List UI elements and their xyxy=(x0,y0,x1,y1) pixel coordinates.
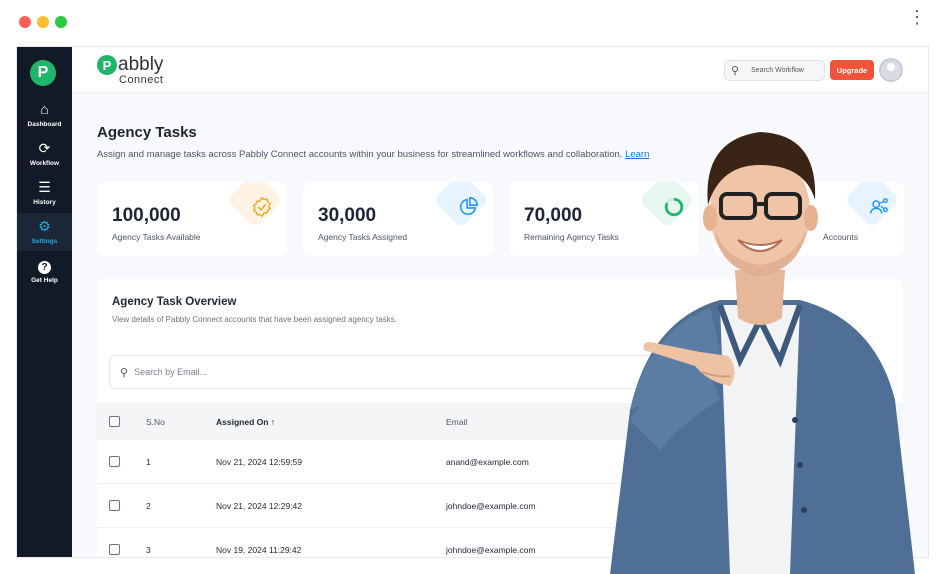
row-sno: 3 xyxy=(146,545,151,555)
column-header-assigned-on[interactable]: Assigned On ↑ xyxy=(216,417,275,427)
top-bar: P abbly Connect ⚲ Search Workflow Upgrad… xyxy=(72,47,928,93)
upgrade-button[interactable]: Upgrade xyxy=(830,60,874,80)
search-email-input[interactable] xyxy=(134,367,535,377)
row-sno: 1 xyxy=(146,457,151,467)
stat-value: 30,000 xyxy=(318,205,377,226)
column-header-email[interactable]: Email xyxy=(446,417,467,427)
page-description-text: Assign and manage tasks across Pabbly Co… xyxy=(97,149,623,160)
page-title: Agency Tasks xyxy=(97,124,197,141)
select-all-checkbox[interactable] xyxy=(109,416,120,427)
sidebar-item-label: Settings xyxy=(31,238,58,245)
page-description: Assign and manage tasks across Pabbly Co… xyxy=(97,149,649,160)
sidebar-item-dashboard[interactable]: ⌂ Dashboard xyxy=(17,96,72,134)
person-pointing-image xyxy=(610,132,915,574)
overview-title: Agency Task Overview xyxy=(112,296,237,308)
overview-subtitle: View details of Pabbly Connect accounts … xyxy=(112,315,397,324)
search-icon: ⚲ xyxy=(120,366,129,379)
browser-menu-icon[interactable]: ⋮ xyxy=(908,8,926,26)
search-email-field[interactable]: ⚲ xyxy=(109,355,669,389)
brand-mark-icon: P xyxy=(97,55,117,75)
brand-subtitle: Connect xyxy=(119,74,164,86)
window-controls xyxy=(19,16,67,28)
row-checkbox[interactable] xyxy=(109,544,120,555)
row-assigned-on: Nov 21, 2024 12:29:42 xyxy=(216,501,303,511)
column-header-sno[interactable]: S.No xyxy=(146,417,165,427)
sidebar: P ⌂ Dashboard ⟳ Workflow ☰ History ⚙ Set… xyxy=(17,47,72,557)
help-icon: ? xyxy=(38,260,51,274)
row-assigned-on: Nov 19, 2024 11:29:42 xyxy=(216,545,302,555)
search-icon: ⚲ xyxy=(731,65,740,77)
stat-label: Agency Tasks Assigned xyxy=(318,232,408,242)
app-window: ⋮ P ⌂ Dashboard ⟳ Workflow ☰ History ⚙ S… xyxy=(0,0,944,574)
stat-value: 100,000 xyxy=(112,205,181,226)
maximize-window-button[interactable] xyxy=(55,16,67,28)
workflow-icon: ⟳ xyxy=(38,140,51,156)
search-workflow-placeholder: Search Workflow xyxy=(751,67,804,74)
sidebar-item-settings[interactable]: ⚙ Settings xyxy=(17,213,72,251)
home-icon: ⌂ xyxy=(40,101,49,117)
search-workflow-input[interactable]: ⚲ Search Workflow xyxy=(724,60,825,81)
pie-chart-icon xyxy=(459,197,478,216)
stat-value: 70,000 xyxy=(524,205,583,226)
sidebar-item-workflow[interactable]: ⟳ Workflow xyxy=(17,135,72,173)
stat-label: Agency Tasks Available xyxy=(112,232,201,242)
sidebar-item-label: Get Help xyxy=(31,276,58,284)
row-email: johndoe@example.com xyxy=(446,501,536,511)
gear-icon: ⚙ xyxy=(38,218,51,234)
sidebar-item-label: History xyxy=(33,199,56,206)
pabbly-logo-icon[interactable]: P xyxy=(30,60,56,86)
brand-name: abbly xyxy=(118,54,164,75)
avatar[interactable] xyxy=(879,58,903,82)
sidebar-item-label: Dashboard xyxy=(27,121,62,128)
stat-card-assigned: 30,000 Agency Tasks Assigned xyxy=(303,182,493,256)
history-icon: ☰ xyxy=(38,179,51,195)
stat-card-available: 100,000 Agency Tasks Available xyxy=(97,182,287,256)
sidebar-item-get-help[interactable]: ? Get Help xyxy=(17,253,72,291)
row-assigned-on: Nov 21, 2024 12:59:59 xyxy=(216,457,303,467)
minimize-window-button[interactable] xyxy=(37,16,49,28)
row-checkbox[interactable] xyxy=(109,456,120,467)
row-sno: 2 xyxy=(146,501,151,511)
close-window-button[interactable] xyxy=(19,16,31,28)
row-email: anand@example.com xyxy=(446,457,529,467)
badge-check-icon xyxy=(253,196,271,218)
sidebar-item-label: Workflow xyxy=(29,160,60,167)
row-checkbox[interactable] xyxy=(109,500,120,511)
sidebar-item-history[interactable]: ☰ History xyxy=(17,174,72,212)
row-email: johndoe@example.com xyxy=(446,545,536,555)
